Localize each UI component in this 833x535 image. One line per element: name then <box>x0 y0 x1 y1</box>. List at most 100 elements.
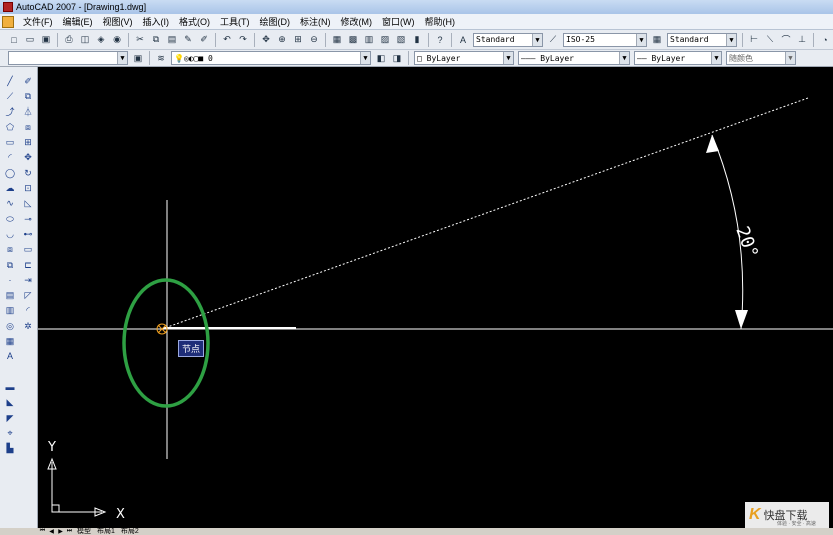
spline-icon[interactable]: ∿ <box>4 197 17 210</box>
layer-previous-icon[interactable]: ◨ <box>390 51 404 65</box>
tool-palettes-icon[interactable]: ▥ <box>362 33 376 47</box>
chevron-down-icon[interactable]: ▼ <box>532 33 542 46</box>
menu-file[interactable]: 文件(F) <box>18 15 58 28</box>
next-tab-icon[interactable]: ▶ <box>56 528 65 535</box>
chevron-down-icon[interactable]: ▼ <box>726 33 736 46</box>
explode-icon[interactable]: ✲ <box>22 320 35 333</box>
chevron-down-icon[interactable]: ▼ <box>503 52 513 64</box>
3d-dwf-icon[interactable]: ◉ <box>110 33 124 47</box>
plot-style-dropdown[interactable]: 随颜色 ▼ <box>726 51 796 65</box>
chevron-down-icon[interactable]: ▼ <box>619 52 629 64</box>
first-tab-icon[interactable]: ⏮ <box>38 528 47 535</box>
publish-icon[interactable]: ◈ <box>94 33 108 47</box>
linear-dimension-icon[interactable]: ⊢ <box>747 33 761 47</box>
menu-view[interactable]: 视图(V) <box>98 15 138 28</box>
chevron-down-icon[interactable]: ▼ <box>785 52 795 64</box>
construction-line-icon[interactable]: ⟋ <box>4 90 17 103</box>
layer-dropdown[interactable]: 💡◎◐▢■ 0 ▼ <box>171 51 371 65</box>
paste-icon[interactable]: ▤ <box>165 33 179 47</box>
new-file-icon[interactable]: □ <box>7 33 21 47</box>
menu-tools[interactable]: 工具(T) <box>215 15 255 28</box>
layer-isolate-icon[interactable]: ⌖ <box>4 427 17 440</box>
tab-model[interactable]: 模型 <box>74 528 94 535</box>
drawing-svg[interactable]: 20° Y X <box>38 67 833 528</box>
color-dropdown[interactable]: □ ByLayer ▼ <box>414 51 514 65</box>
move-icon[interactable]: ✥ <box>22 151 35 164</box>
prev-tab-icon[interactable]: ◀ <box>47 528 56 535</box>
match-properties-icon[interactable]: ✎ <box>181 33 195 47</box>
hatch-icon[interactable]: ▤ <box>4 289 17 302</box>
chevron-down-icon[interactable]: ▼ <box>711 52 721 64</box>
text-style-icon[interactable]: A <box>456 33 470 47</box>
text-style-dropdown[interactable]: Standard ▼ <box>473 32 543 47</box>
linetype-dropdown[interactable]: ——— ByLayer ▼ <box>518 51 630 65</box>
redo-icon[interactable]: ↷ <box>236 33 250 47</box>
layer-tool-icon[interactable]: ▬ <box>4 381 17 394</box>
make-object-layer-current-icon[interactable]: ◧ <box>374 51 388 65</box>
plot-icon[interactable]: ⎙ <box>62 33 76 47</box>
mirror-icon[interactable]: ⏃ <box>22 106 35 119</box>
tab-layout2[interactable]: 布局2 <box>118 528 142 535</box>
menu-insert[interactable]: 插入(I) <box>138 15 175 28</box>
help-icon[interactable]: ? <box>433 33 447 47</box>
line-icon[interactable]: ╱ <box>4 75 17 88</box>
scale-icon[interactable]: ⊡ <box>22 182 35 195</box>
ellipse-icon[interactable]: ⬭ <box>4 213 17 226</box>
menu-help[interactable]: 帮助(H) <box>420 15 461 28</box>
lineweight-dropdown[interactable]: —— ByLayer ▼ <box>634 51 722 65</box>
dimension-style-icon[interactable]: ⟋ <box>546 33 560 47</box>
break-icon[interactable]: ⊏ <box>22 259 35 272</box>
gradient-icon[interactable]: ▥ <box>4 304 17 317</box>
markup-icon[interactable]: ▧ <box>394 33 408 47</box>
undo-icon[interactable]: ↶ <box>220 33 234 47</box>
angled-dashed-line[interactable] <box>161 97 809 330</box>
table-style-icon[interactable]: ▦ <box>650 33 664 47</box>
erase-icon[interactable]: ✐ <box>22 75 35 88</box>
extend-icon[interactable]: ⊷ <box>22 228 35 241</box>
zoom-window-icon[interactable]: ⊞ <box>291 33 305 47</box>
block-editor-icon[interactable]: ✐ <box>197 33 211 47</box>
break-at-point-icon[interactable]: ▭ <box>22 243 35 256</box>
cut-icon[interactable]: ✂ <box>133 33 147 47</box>
document-menu-icon[interactable] <box>2 15 14 28</box>
fillet-icon[interactable]: ◜ <box>22 304 35 317</box>
zoom-previous-icon[interactable]: ⊖ <box>307 33 321 47</box>
workspace-settings-icon[interactable]: ▣ <box>131 51 145 65</box>
point-icon[interactable]: · <box>4 274 17 287</box>
rotate-icon[interactable]: ↻ <box>22 167 35 180</box>
copy-object-icon[interactable]: ⧉ <box>22 90 35 103</box>
chevron-down-icon[interactable]: ▼ <box>117 52 127 64</box>
dimension-style-dropdown[interactable]: ISO-25 ▼ <box>563 32 647 47</box>
menu-draw[interactable]: 绘图(D) <box>255 15 296 28</box>
aligned-dimension-icon[interactable]: ⟍ <box>763 33 777 47</box>
ellipse-arc-icon[interactable]: ◡ <box>4 228 17 241</box>
multiline-text-icon[interactable]: A <box>4 350 17 363</box>
radius-dimension-icon[interactable]: ◔ <box>818 33 832 47</box>
make-block-icon[interactable]: ⧉ <box>4 259 17 272</box>
layer-manager-icon[interactable]: ≋ <box>154 51 168 65</box>
plot-preview-icon[interactable]: ◫ <box>78 33 92 47</box>
join-icon[interactable]: ⇥ <box>22 274 35 287</box>
last-tab-icon[interactable]: ⏭ <box>65 528 74 535</box>
copy-icon[interactable]: ⧉ <box>149 33 163 47</box>
properties-icon[interactable]: ▦ <box>330 33 344 47</box>
table-style-dropdown[interactable]: Standard ▼ <box>667 32 737 47</box>
polygon-icon[interactable]: ⬠ <box>4 121 17 134</box>
stretch-icon[interactable]: ◺ <box>22 197 35 210</box>
open-file-icon[interactable]: ▭ <box>23 33 37 47</box>
menu-edit[interactable]: 编辑(E) <box>58 15 98 28</box>
array-icon[interactable]: ⊞ <box>22 136 35 149</box>
menu-window[interactable]: 窗口(W) <box>377 15 420 28</box>
table-icon[interactable]: ▦ <box>4 335 17 348</box>
pan-icon[interactable]: ✥ <box>259 33 273 47</box>
design-center-icon[interactable]: ▩ <box>346 33 360 47</box>
drawing-canvas[interactable]: 20° Y X 节点 <box>38 67 833 528</box>
insert-block-icon[interactable]: ⧈ <box>4 243 17 256</box>
sheet-set-icon[interactable]: ▨ <box>378 33 392 47</box>
circle-icon[interactable]: ◯ <box>4 167 17 180</box>
autocad-app-icon[interactable] <box>3 2 13 12</box>
menu-format[interactable]: 格式(O) <box>174 15 215 28</box>
zoom-realtime-icon[interactable]: ⊕ <box>275 33 289 47</box>
polyline-icon[interactable]: ⤴ <box>4 106 17 119</box>
chamfer-icon[interactable]: ◸ <box>22 289 35 302</box>
